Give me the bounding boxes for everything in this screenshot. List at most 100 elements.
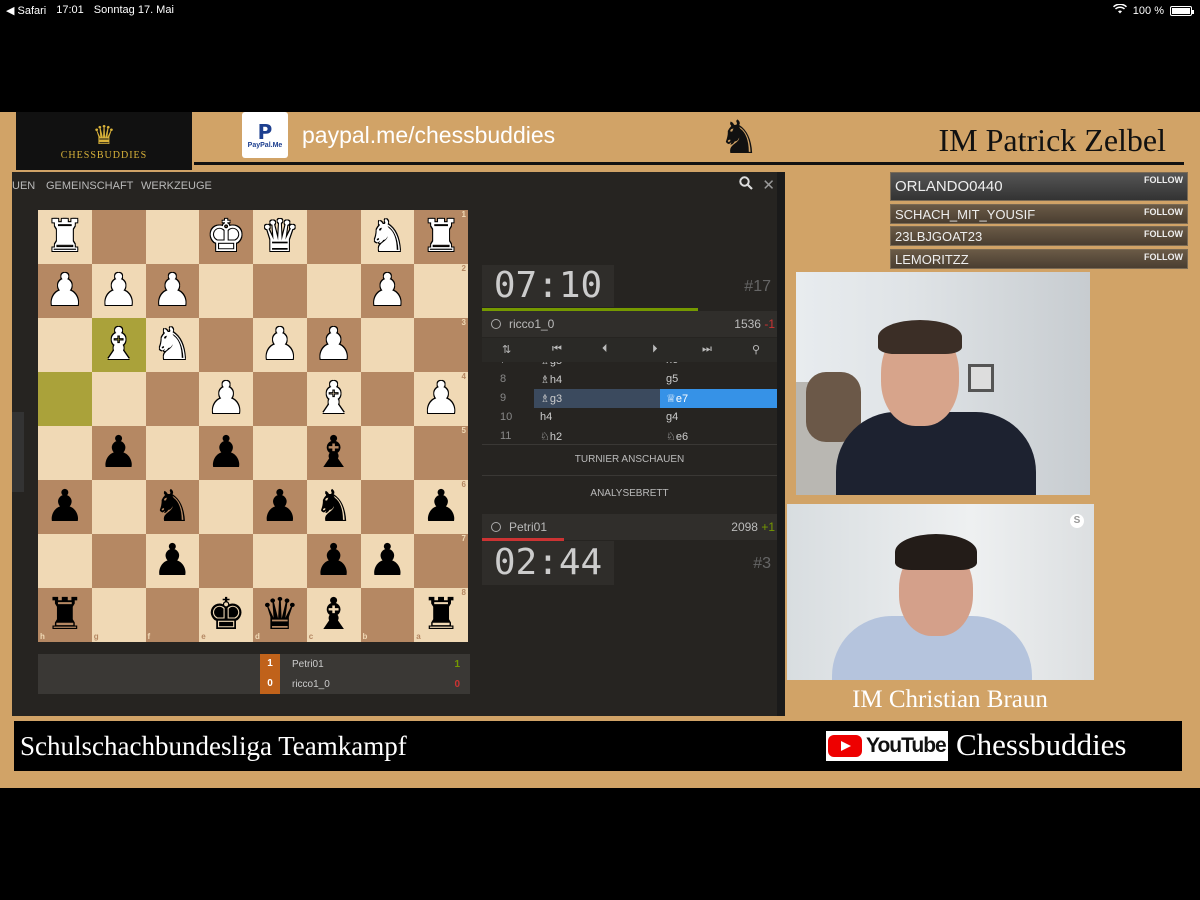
board-square[interactable]	[91, 480, 146, 534]
black-pawn-icon[interactable]: ♟	[260, 485, 299, 529]
black-pawn-icon[interactable]: ♟	[99, 431, 138, 475]
board-square[interactable]	[38, 372, 92, 426]
top-player-row[interactable]: ricco1_0 1536 -1	[482, 311, 777, 337]
board-square[interactable]: ♞	[360, 210, 415, 264]
board-square[interactable]: ♛ d	[253, 588, 307, 642]
board-square[interactable]: ♛	[253, 210, 307, 264]
board-square[interactable]	[145, 210, 200, 264]
board-square[interactable]	[199, 480, 253, 534]
next-move-icon[interactable]: ⏵	[652, 343, 658, 356]
white-pawn-icon[interactable]: ♟	[99, 269, 138, 313]
board-square[interactable]	[145, 372, 200, 426]
board-square[interactable]: ♞	[145, 318, 200, 372]
board-square[interactable]: ♟	[199, 426, 253, 480]
board-square[interactable]	[306, 264, 361, 318]
bottom-player-name[interactable]: Petri01	[509, 520, 547, 534]
board-square[interactable]: ♟	[253, 480, 307, 534]
white-bishop-icon[interactable]: ♝	[314, 377, 353, 421]
board-square[interactable]	[145, 426, 200, 480]
flip-board-icon[interactable]: ⇅	[502, 343, 511, 356]
analysis-icon[interactable]: ⚲	[752, 343, 760, 356]
bottom-player-row[interactable]: Petri01 2098 +1	[482, 514, 777, 540]
board-square[interactable]: ♟	[306, 318, 361, 372]
board-square[interactable]: ♜	[38, 210, 92, 264]
board-square[interactable]: 7	[414, 534, 468, 588]
board-square[interactable]: ♟ 6	[414, 480, 468, 534]
board-square[interactable]: ♜ h	[38, 588, 92, 642]
board-square[interactable]: ♟	[306, 534, 361, 588]
black-move[interactable]: ♘e6	[660, 427, 777, 442]
board-square[interactable]: ♟ 4	[414, 372, 468, 426]
white-king-icon[interactable]: ♚	[206, 215, 245, 259]
board-square[interactable]: ♞	[145, 480, 200, 534]
close-icon[interactable]: ✕	[762, 176, 775, 194]
watch-tournament-button[interactable]: TURNIER ANSCHAUEN	[482, 445, 777, 475]
white-knight-icon[interactable]: ♞	[368, 215, 407, 259]
white-pawn-icon[interactable]: ♟	[45, 269, 84, 313]
nav-item-community[interactable]: GEMEINSCHAFT	[46, 180, 133, 192]
team-score-row[interactable]: 0 ricco1_0 0	[38, 674, 470, 694]
board-square[interactable]: f	[145, 588, 200, 642]
board-square[interactable]: ♟	[199, 372, 253, 426]
black-knight-icon[interactable]: ♞	[314, 485, 353, 529]
black-bishop-icon[interactable]: ♝	[314, 593, 353, 637]
board-square[interactable]: ♟	[360, 534, 415, 588]
board-square[interactable]: ♟	[38, 264, 92, 318]
board-square[interactable]: ♝	[306, 372, 361, 426]
board-square[interactable]	[199, 318, 253, 372]
board-square[interactable]	[199, 534, 253, 588]
top-player-name[interactable]: ricco1_0	[509, 317, 554, 331]
white-pawn-icon[interactable]: ♟	[368, 269, 407, 313]
chess-board[interactable]: ♜ ♚ ♛ ♞ ♜ 1 ♟ ♟ ♟ ♟ 2 ♝ ♞ ♟ ♟ 3 ♟ ♝ ♟ 4 ♟ ♟ ♝ 5 ♟ ♞ ♟ ♞ ♟ 6 ♟ ♟ ♟ 7 ♜ h g f ♚ e…	[38, 210, 468, 642]
black-move[interactable]: g4	[660, 408, 777, 427]
black-move[interactable]: h6	[660, 362, 777, 370]
white-move[interactable]: h4	[534, 408, 660, 427]
white-move[interactable]: ♗h4	[534, 370, 660, 389]
last-move-icon[interactable]: ⏭	[702, 343, 712, 356]
white-bishop-icon[interactable]: ♝	[99, 323, 138, 367]
black-rook-icon[interactable]: ♜	[45, 593, 84, 637]
board-square[interactable]	[38, 534, 92, 588]
prev-move-icon[interactable]: ⏴	[602, 343, 608, 356]
side-tab[interactable]	[12, 412, 24, 492]
first-move-icon[interactable]: ⏮	[552, 343, 562, 356]
board-square[interactable]: 2	[414, 264, 468, 318]
board-square[interactable]: ♝ c	[306, 588, 361, 642]
white-pawn-icon[interactable]: ♟	[206, 377, 245, 421]
board-square[interactable]: ♟	[253, 318, 307, 372]
board-square[interactable]: ♜ 8 a	[414, 588, 468, 642]
white-queen-icon[interactable]: ♛	[260, 215, 299, 259]
board-square[interactable]	[91, 210, 146, 264]
board-square[interactable]: ♚ e	[199, 588, 253, 642]
black-queen-icon[interactable]: ♛	[260, 593, 299, 637]
black-move[interactable]: g5	[660, 370, 777, 389]
board-square[interactable]: 3	[414, 318, 468, 372]
board-square[interactable]	[91, 372, 146, 426]
board-square[interactable]	[253, 372, 307, 426]
black-pawn-icon[interactable]: ♟	[45, 485, 84, 529]
black-king-icon[interactable]: ♚	[206, 593, 245, 637]
board-square[interactable]	[253, 264, 307, 318]
board-square[interactable]	[253, 426, 307, 480]
board-square[interactable]	[360, 480, 415, 534]
white-knight-icon[interactable]: ♞	[153, 323, 192, 367]
board-square[interactable]: ♜ 1	[414, 210, 468, 264]
white-pawn-icon[interactable]: ♟	[153, 269, 192, 313]
board-square[interactable]: ♝	[91, 318, 146, 372]
white-move[interactable]: ♘h2	[534, 427, 660, 442]
scrollbar[interactable]	[777, 172, 785, 716]
board-square[interactable]	[91, 534, 146, 588]
board-square[interactable]: ♝	[306, 426, 361, 480]
black-pawn-icon[interactable]: ♟	[206, 431, 245, 475]
black-knight-icon[interactable]: ♞	[153, 485, 192, 529]
white-move[interactable]: ♗g3	[534, 389, 660, 408]
board-square[interactable]: ♟	[145, 264, 200, 318]
board-square[interactable]	[199, 264, 253, 318]
board-square[interactable]: b	[360, 588, 415, 642]
board-square[interactable]: ♟	[360, 264, 415, 318]
black-rook-icon[interactable]: ♜	[421, 593, 460, 637]
board-square[interactable]: ♟	[91, 264, 146, 318]
analysis-board-button[interactable]: ANALYSEBRETT	[482, 479, 777, 509]
black-pawn-icon[interactable]: ♟	[314, 539, 353, 583]
board-square[interactable]	[360, 426, 415, 480]
